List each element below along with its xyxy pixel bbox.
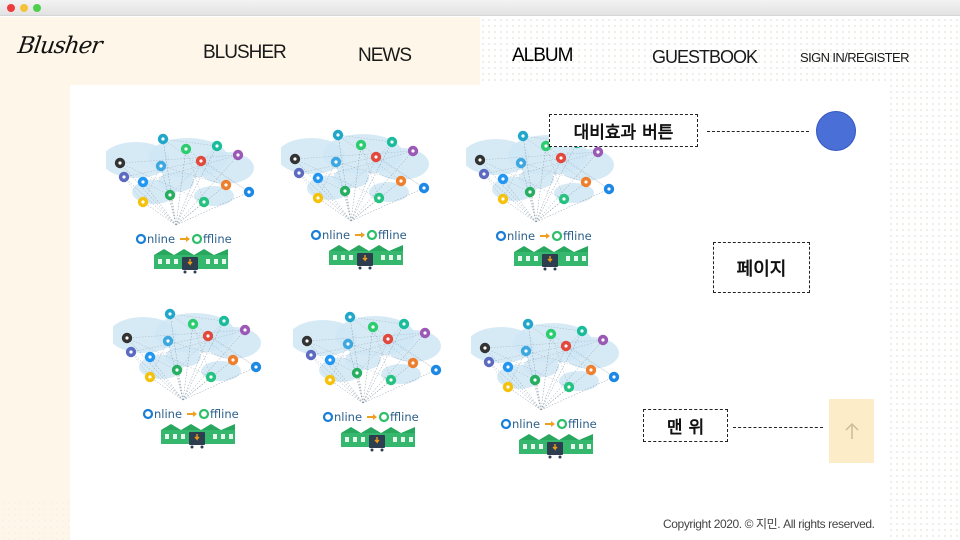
maximize-window-icon[interactable] — [33, 4, 41, 12]
offline-caption: ffline — [563, 229, 592, 243]
offline-caption: ffline — [378, 228, 407, 242]
site-logo[interactable]: Blusher — [16, 33, 103, 59]
online-caption: nline — [512, 417, 540, 431]
album-photo[interactable]: nline ffline — [471, 315, 631, 465]
online-caption: nline — [507, 229, 535, 243]
online-caption: nline — [147, 232, 175, 246]
album-photo[interactable]: nline ffline — [466, 127, 626, 277]
offline-caption: ffline — [203, 232, 232, 246]
minimize-window-icon[interactable] — [20, 4, 28, 12]
window-titlebar — [0, 0, 960, 16]
pagination-annotation: 페이지 — [713, 242, 810, 293]
back-to-top-button[interactable] — [829, 399, 874, 463]
offline-caption: ffline — [390, 410, 419, 424]
nav-news[interactable]: NEWS — [358, 45, 412, 67]
nav-blusher[interactable]: BLUSHER — [203, 42, 287, 64]
close-window-icon[interactable] — [7, 4, 15, 12]
online-caption: nline — [334, 410, 362, 424]
network-illustration: nline ffline — [471, 318, 620, 459]
network-illustration: nline ffline — [106, 133, 255, 274]
online-caption: nline — [322, 228, 350, 242]
offline-caption: ffline — [568, 417, 597, 431]
left-margin-panel — [0, 17, 70, 540]
arrow-up-icon — [844, 422, 859, 439]
contrast-button-annotation: 대비효과 버튼 — [549, 114, 698, 147]
annotation-connector — [733, 427, 823, 428]
back-to-top-annotation: 맨 위 — [643, 409, 728, 442]
nav-sign-in-register[interactable]: SIGN IN/REGISTER — [800, 50, 909, 65]
network-illustration: nline ffline — [113, 308, 262, 449]
network-illustration: nline ffline — [293, 311, 442, 452]
album-photo[interactable]: nline ffline — [106, 130, 266, 280]
network-illustration: nline ffline — [466, 130, 615, 271]
footer-copyright: Copyright 2020. © 지민. All rights reserve… — [663, 517, 875, 531]
album-photo[interactable]: nline ffline — [293, 308, 453, 458]
nav-guestbook[interactable]: GUESTBOOK — [652, 47, 758, 68]
album-photo[interactable]: nline ffline — [113, 305, 273, 455]
nav-album[interactable]: ALBUM — [512, 45, 573, 67]
annotation-connector — [707, 131, 809, 132]
network-illustration: nline ffline — [281, 129, 430, 270]
online-caption: nline — [154, 407, 182, 421]
album-photo[interactable]: nline ffline — [281, 126, 441, 276]
contrast-toggle-button[interactable] — [816, 111, 856, 151]
offline-caption: ffline — [210, 407, 239, 421]
